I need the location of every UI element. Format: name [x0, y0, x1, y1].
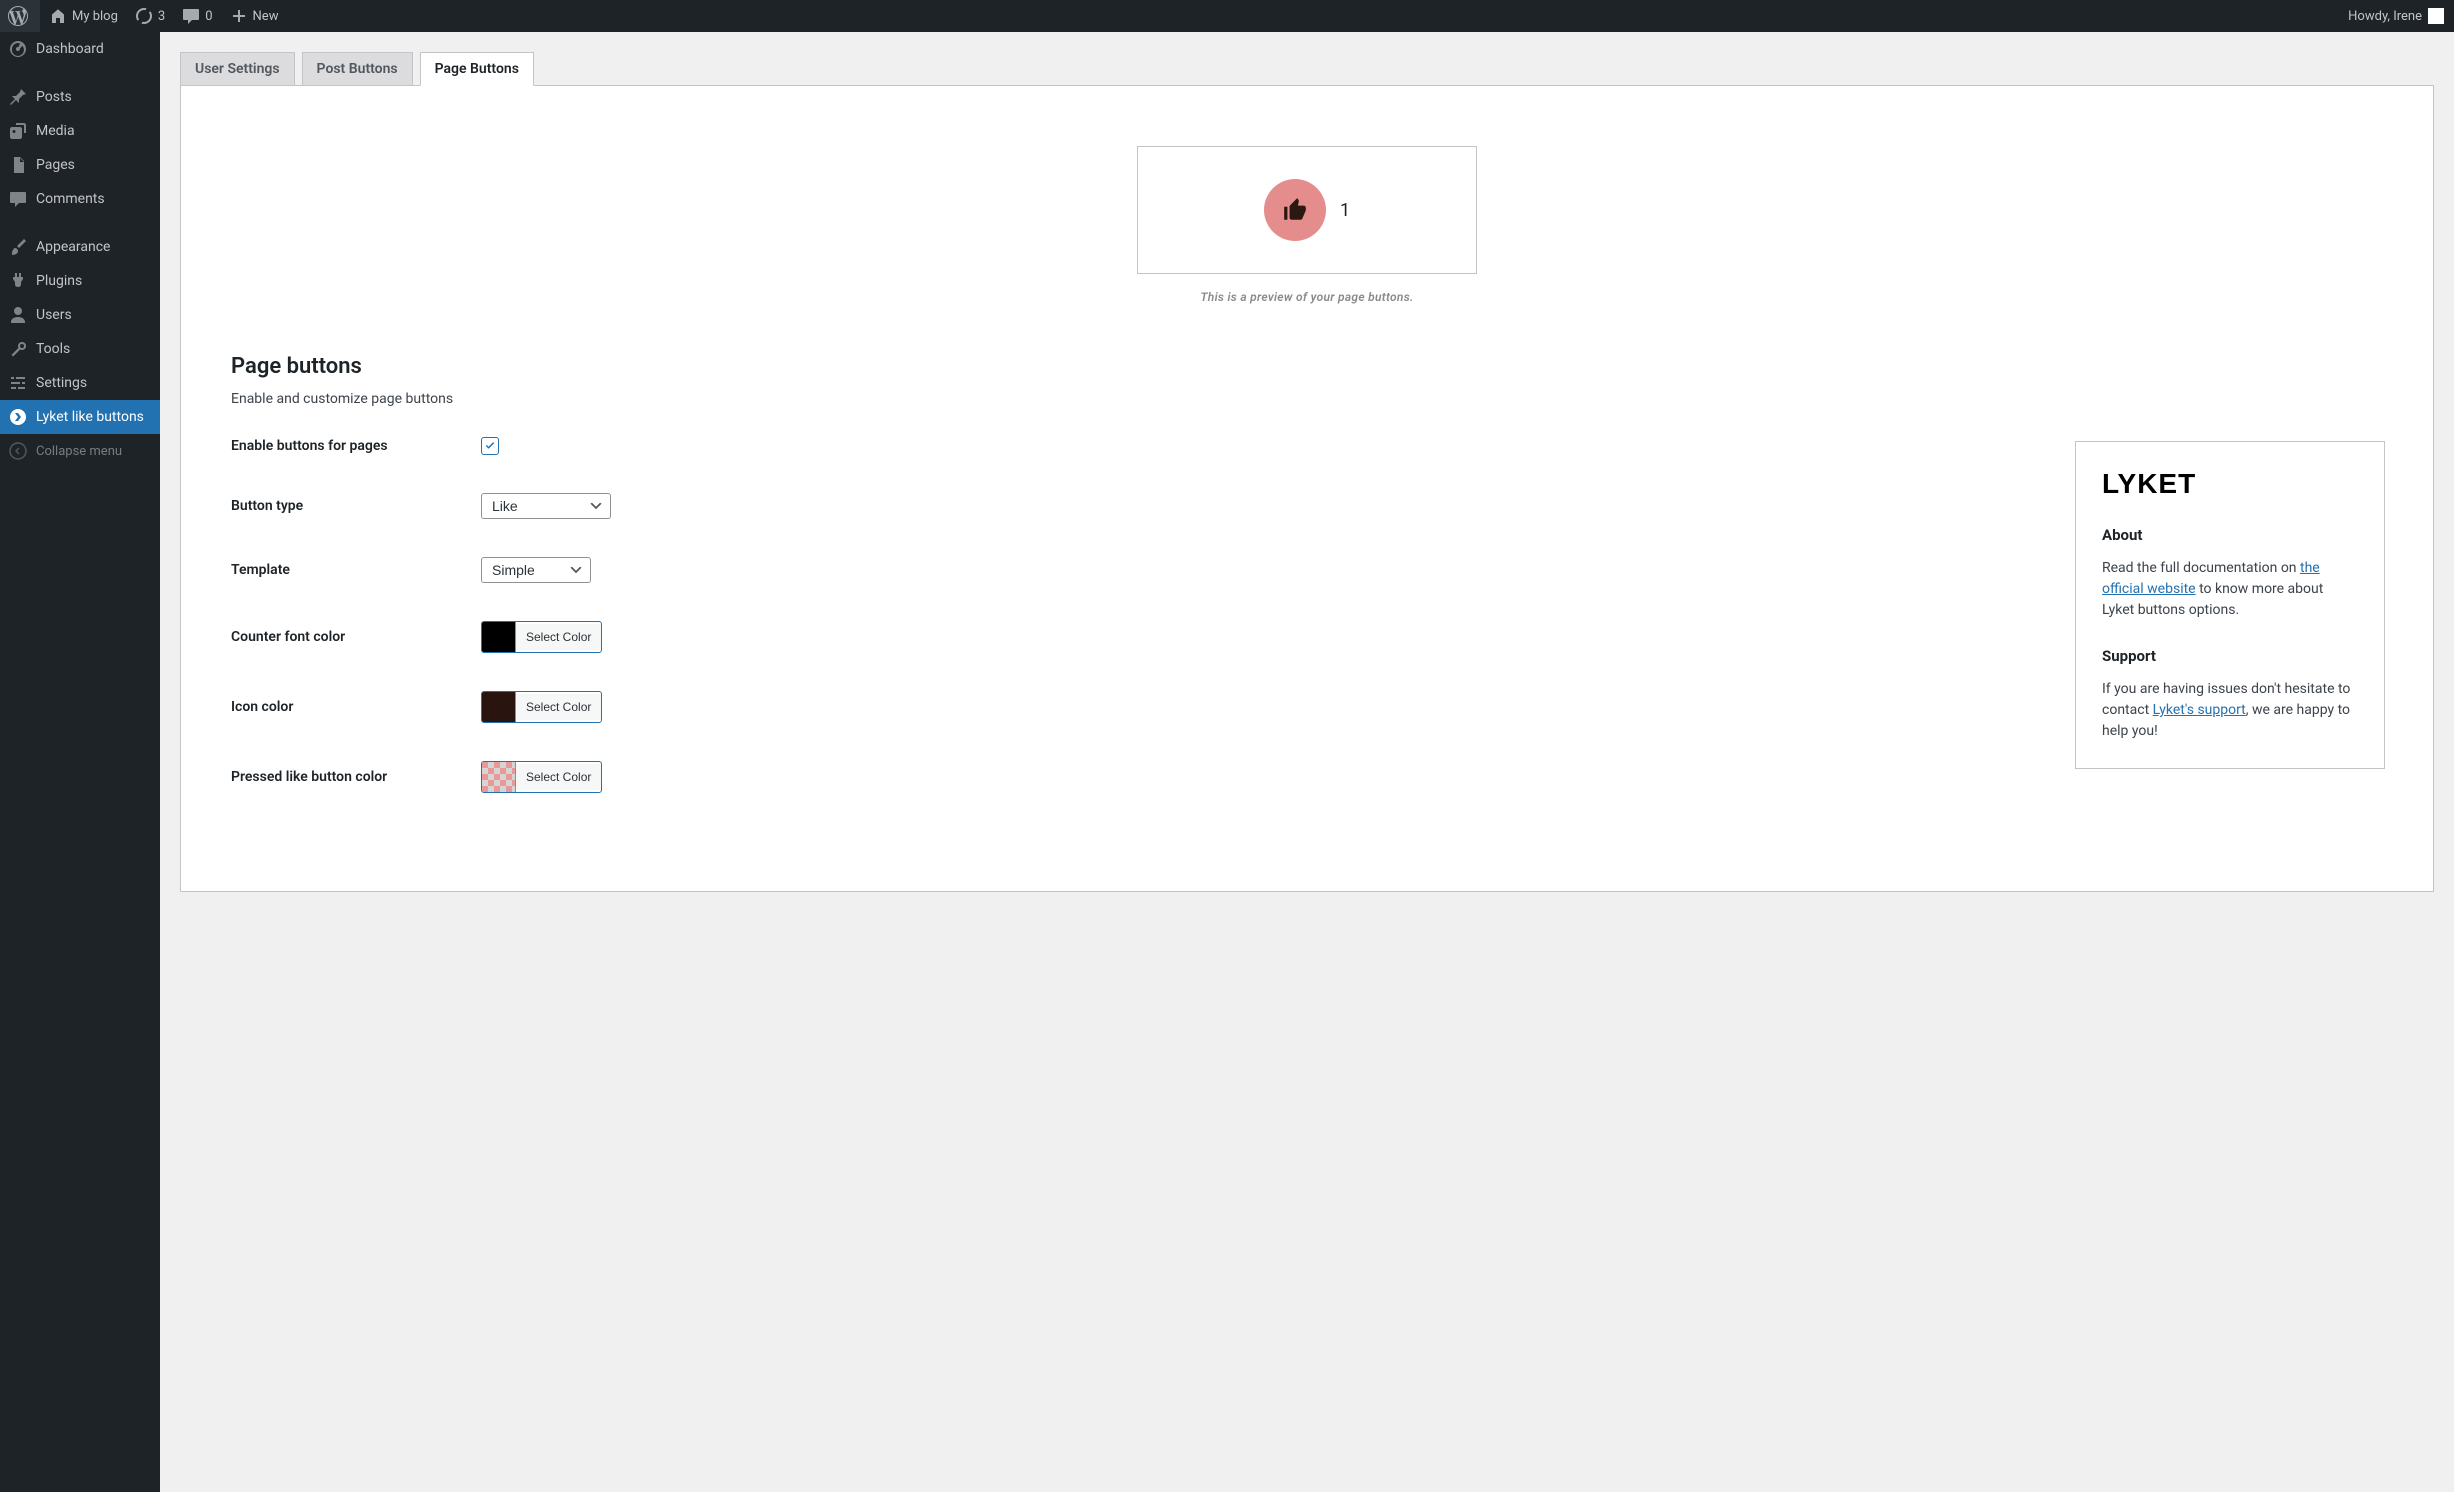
- admin-bar: My blog 3 0 New Howdy, Irene: [0, 0, 2454, 32]
- admin-menu: Dashboard Posts Media Pages Comments App…: [0, 32, 160, 1492]
- sidebar-item-label: Media: [36, 123, 75, 139]
- sidebar-item-posts[interactable]: Posts: [0, 80, 160, 114]
- sidebar-item-plugins[interactable]: Plugins: [0, 264, 160, 298]
- updates[interactable]: 3: [126, 0, 173, 32]
- lyket-sidebar: LYKET About Read the full documentation …: [2075, 441, 2385, 769]
- sidebar-item-appearance[interactable]: Appearance: [0, 230, 160, 264]
- updates-count: 3: [158, 9, 165, 24]
- collapse-menu[interactable]: Collapse menu: [0, 434, 160, 468]
- tab-user-settings[interactable]: User Settings: [180, 52, 295, 85]
- sidebar-item-dashboard[interactable]: Dashboard: [0, 32, 160, 66]
- media-icon: [8, 121, 28, 141]
- comments-adminbar-count: 0: [205, 9, 212, 24]
- about-heading: About: [2102, 526, 2358, 544]
- enable-checkbox[interactable]: [481, 437, 499, 455]
- nav-tabs: User Settings Post Buttons Page Buttons: [180, 52, 2434, 86]
- tab-post-buttons[interactable]: Post Buttons: [302, 52, 413, 85]
- sidebar-item-label: Users: [36, 307, 72, 323]
- preview-count: 1: [1340, 200, 1350, 221]
- user-account[interactable]: Howdy, Irene: [2338, 0, 2454, 32]
- select-color-button[interactable]: Select Color: [516, 624, 601, 650]
- support-heading: Support: [2102, 647, 2358, 665]
- collapse-icon: [8, 441, 28, 461]
- button-type-select[interactable]: Like: [481, 493, 611, 519]
- lyket-support-link[interactable]: Lyket's support: [2153, 702, 2246, 718]
- lyket-logo: LYKET: [2102, 468, 2358, 500]
- wp-logo[interactable]: [0, 0, 40, 32]
- new-content-label: New: [253, 9, 279, 24]
- sidebar-item-pages[interactable]: Pages: [0, 148, 160, 182]
- sidebar-item-label: Dashboard: [36, 41, 104, 57]
- pressed-color-picker[interactable]: Select Color: [481, 761, 602, 793]
- color-swatch: [482, 622, 516, 652]
- sidebar-item-label: Posts: [36, 89, 72, 105]
- select-color-button[interactable]: Select Color: [516, 694, 601, 720]
- page-icon: [8, 155, 28, 175]
- tab-page-buttons[interactable]: Page Buttons: [420, 52, 534, 86]
- collapse-label: Collapse menu: [36, 444, 122, 459]
- sidebar-item-tools[interactable]: Tools: [0, 332, 160, 366]
- page-desc: Enable and customize page buttons: [231, 391, 871, 407]
- sidebar-item-media[interactable]: Media: [0, 114, 160, 148]
- avatar: [2428, 8, 2444, 24]
- home-icon: [48, 6, 68, 26]
- icon-color-picker[interactable]: Select Color: [481, 691, 602, 723]
- sidebar-item-label: Plugins: [36, 273, 82, 289]
- support-text: If you are having issues don't hesitate …: [2102, 679, 2358, 742]
- howdy-text: Howdy, Irene: [2348, 9, 2422, 24]
- thumbs-up-icon: [1282, 197, 1308, 223]
- pin-icon: [8, 87, 28, 107]
- plus-icon: [229, 6, 249, 26]
- sidebar-item-label: Lyket like buttons: [36, 409, 144, 425]
- sidebar-item-settings[interactable]: Settings: [0, 366, 160, 400]
- sidebar-item-lyket[interactable]: Lyket like buttons: [0, 400, 160, 434]
- comment-icon: [8, 189, 28, 209]
- new-content[interactable]: New: [221, 0, 287, 32]
- site-name-label: My blog: [72, 9, 118, 24]
- color-swatch: [482, 692, 516, 722]
- user-icon: [8, 305, 28, 325]
- sidebar-item-users[interactable]: Users: [0, 298, 160, 332]
- brush-icon: [8, 237, 28, 257]
- tab-content: 1 This is a preview of your page buttons…: [180, 86, 2434, 892]
- sliders-icon: [8, 373, 28, 393]
- template-select[interactable]: Simple: [481, 557, 591, 583]
- site-name[interactable]: My blog: [40, 0, 126, 32]
- plug-icon: [8, 271, 28, 291]
- counter-color-label: Counter font color: [231, 629, 481, 645]
- lyket-icon: [8, 407, 28, 427]
- about-text: Read the full documentation on the offic…: [2102, 558, 2358, 621]
- dashboard-icon: [8, 39, 28, 59]
- sidebar-item-label: Settings: [36, 375, 87, 391]
- color-swatch: [482, 762, 516, 792]
- wrench-icon: [8, 339, 28, 359]
- comments-adminbar[interactable]: 0: [173, 0, 220, 32]
- preview-caption: This is a preview of your page buttons.: [201, 290, 2413, 304]
- sidebar-item-comments[interactable]: Comments: [0, 182, 160, 216]
- template-label: Template: [231, 562, 481, 578]
- sidebar-item-label: Comments: [36, 191, 105, 207]
- check-icon: [483, 439, 497, 453]
- button-type-label: Button type: [231, 498, 481, 514]
- counter-color-picker[interactable]: Select Color: [481, 621, 602, 653]
- select-color-button[interactable]: Select Color: [516, 764, 601, 790]
- sidebar-item-label: Pages: [36, 157, 75, 173]
- sidebar-item-label: Tools: [36, 341, 70, 357]
- icon-color-label: Icon color: [231, 699, 481, 715]
- refresh-icon: [134, 6, 154, 26]
- like-button-preview[interactable]: [1264, 179, 1326, 241]
- comment-icon: [181, 6, 201, 26]
- preview-box: 1: [1137, 146, 1477, 274]
- enable-label: Enable buttons for pages: [231, 438, 481, 454]
- page-heading: Page buttons: [231, 354, 871, 379]
- sidebar-item-label: Appearance: [36, 239, 110, 255]
- pressed-color-label: Pressed like button color: [231, 769, 481, 785]
